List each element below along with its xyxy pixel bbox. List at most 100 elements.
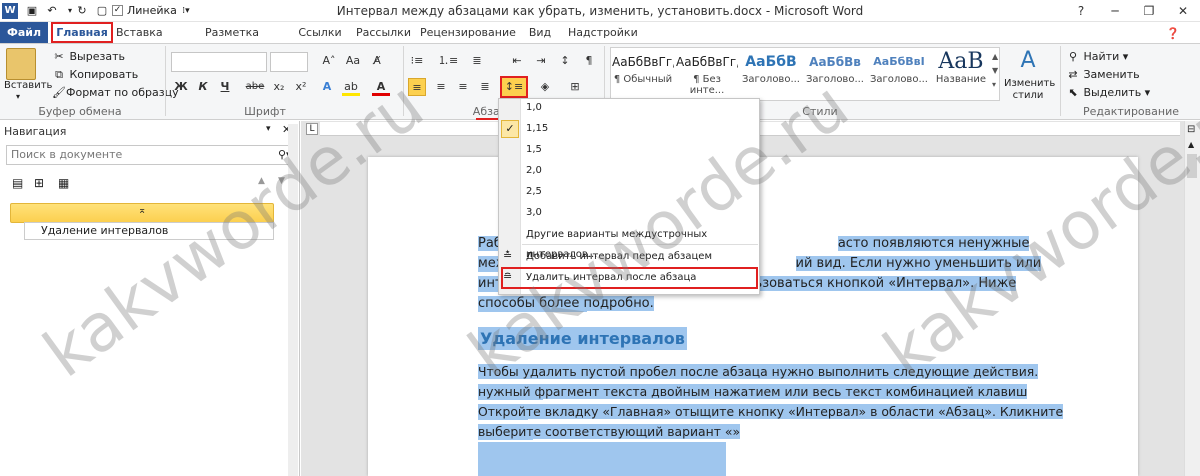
numbering-icon[interactable]: ⒈≡ [438,52,458,70]
change-styles-icon[interactable]: A [1012,46,1044,76]
headings-view-icon[interactable]: ▤ [12,176,23,190]
navigation-search-input[interactable]: Поиск в документе [6,145,292,165]
style-heading-1[interactable]: АаБбВ Заголово... [740,50,802,96]
menu-item-1-5[interactable]: 1,5 [526,140,756,160]
menu-item-1-15[interactable]: 1,15 [526,119,756,139]
align-center-icon[interactable]: ≡ [432,78,450,96]
restore-button[interactable]: ❐ [1132,0,1166,22]
tab-addins[interactable]: Надстройки [568,22,638,44]
minimize-button[interactable]: ─ [1098,0,1132,22]
pages-view-icon[interactable]: ⊞ [34,176,44,190]
align-right-icon[interactable]: ≡ [454,78,472,96]
pane-options-icon[interactable]: ▾ [266,124,271,134]
multilevel-list-icon[interactable]: ≣ [468,52,486,70]
menu-item-highlight-frame [501,267,758,289]
text-effects-icon[interactable]: A [318,78,336,96]
font-group-label: Шрифт [244,105,286,118]
bold-button[interactable]: Ж [172,78,190,96]
replace-label: Заменить [1083,68,1140,81]
window-title: Интервал между абзацами как убрать, изме… [336,4,864,18]
clipboard-group-label: Буфер обмена [38,105,122,118]
results-view-icon[interactable]: ▦ [58,176,69,190]
line-spacing-button[interactable]: ↕≡ [500,76,528,98]
format-painter-icon: 🖌 [52,86,66,99]
group-divider [403,46,404,116]
tab-page-layout[interactable]: Разметка страницы [180,22,284,61]
highlight-icon[interactable]: ab [342,78,360,96]
scissors-icon: ✂ [54,50,64,63]
navigation-heading-item[interactable]: Удаление интервалов [24,222,274,240]
paste-icon[interactable] [6,48,36,80]
paste-dropdown-icon[interactable]: ▾ [16,92,20,101]
format-painter-label: Формат по образцу [66,86,179,99]
underline-button[interactable]: Ч [216,78,234,96]
pilcrow-icon[interactable]: ¶ [580,52,598,70]
justify-icon[interactable]: ≣ [476,78,494,96]
borders-icon[interactable]: ⊞ [566,78,584,96]
menu-item-other-spacing[interactable]: Другие варианты междустрочных интервалов… [526,225,756,260]
style-heading-3[interactable]: АаБбВвI Заголово... [868,50,930,96]
font-color-icon[interactable]: A [372,78,390,96]
style-heading-2[interactable]: АаБбВв Заголово... [804,50,866,96]
style-title[interactable]: AaB Название [930,50,992,96]
tab-review[interactable]: Рецензирование [420,22,516,44]
tab-home[interactable]: Главная [51,22,113,43]
cursor-icon: ⬉ [1068,86,1078,99]
grow-font-icon[interactable]: A˄ [320,52,338,70]
close-button[interactable]: ✕ [1166,0,1200,22]
tab-insert[interactable]: Вставка [116,22,163,44]
collapse-icon[interactable]: ⌅ [138,205,146,216]
increase-indent-icon[interactable]: ⇥ [532,52,550,70]
strikethrough-button[interactable]: abe [244,78,266,96]
help-button[interactable]: ? [1064,0,1098,22]
decrease-indent-icon[interactable]: ⇤ [508,52,526,70]
tab-view[interactable]: Вид [526,22,554,44]
subscript-button[interactable]: x₂ [270,78,288,96]
help-icon[interactable]: ❓ [1166,27,1180,40]
gallery-scroll-arrows[interactable]: ▲ ▼ ▾ [992,50,998,92]
change-case-button[interactable]: Аа [344,52,362,70]
select-button[interactable]: ⬉ Выделить ▾ [1066,84,1150,102]
cut-button[interactable]: ✂ Вырезать [52,48,125,66]
font-name-combo[interactable] [171,52,267,72]
sort-icon[interactable]: ↕ [556,52,574,70]
bullets-icon[interactable]: ⁝≡ [408,52,426,70]
group-divider [165,46,166,116]
menu-item-add-before[interactable]: Добавить интервал перед абзацем [526,247,756,267]
menu-item-1-0[interactable]: 1,0 [526,98,756,118]
tab-selector[interactable]: L [306,123,318,135]
find-button[interactable]: ⚲ Найти ▾ [1066,48,1128,66]
nav-up-icon[interactable]: ▲ [258,176,265,186]
replace-button[interactable]: ⇄ Заменить [1066,66,1140,84]
scroll-thumb[interactable] [1187,154,1197,178]
font-size-combo[interactable] [270,52,308,72]
menu-item-2-0[interactable]: 2,0 [526,161,756,181]
tab-file[interactable]: Файл [0,22,48,44]
binoculars-icon: ⚲ [1068,50,1078,63]
style-no-spacing[interactable]: АаБбВвГг, ¶ Без инте... [676,50,738,96]
nav-down-icon[interactable]: ▼ [278,176,285,186]
superscript-button[interactable]: x² [292,78,310,96]
scroll-up-icon[interactable]: ▲ [1188,140,1194,149]
find-label: Найти [1083,50,1120,63]
cut-label: Вырезать [69,50,125,63]
italic-button[interactable]: К [194,78,212,96]
navigation-title: Навигация [4,125,67,138]
align-left-icon[interactable]: ≡ [408,78,426,96]
shading-icon[interactable]: ◈ [536,78,554,96]
copy-button[interactable]: ⧉ Копировать [52,66,138,84]
menu-item-3-0[interactable]: 3,0 [526,203,756,223]
format-painter-button[interactable]: 🖌Формат по образцу [52,84,179,102]
nav-scrollbar[interactable] [288,124,298,476]
ruler-toggle-icon[interactable]: ⊟ [1187,124,1195,135]
style-normal[interactable]: АаБбВвГг, ¶ Обычный [612,50,674,96]
text-fragment: выберите соответствующий вариант «» [478,424,741,439]
paste-button[interactable]: Вставить [4,80,52,91]
paragraph-1-line-4: способы более подробно. [478,294,1074,315]
copy-icon: ⧉ [55,68,63,81]
menu-item-2-5[interactable]: 2,5 [526,182,756,202]
clear-formatting-icon[interactable]: A̸ [368,52,386,70]
change-styles-button[interactable]: Изменить стили [1004,78,1055,102]
tab-mailings[interactable]: Рассылки [356,22,411,44]
tab-references[interactable]: Ссылки [298,22,342,44]
